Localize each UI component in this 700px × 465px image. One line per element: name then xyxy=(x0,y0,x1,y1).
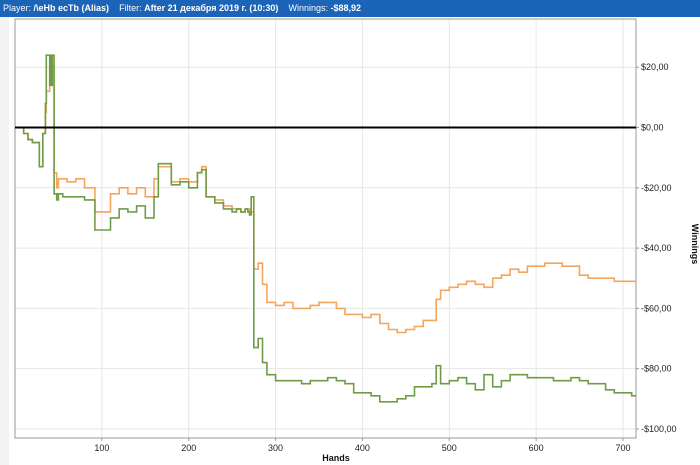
x-tick-label: 100 xyxy=(94,443,109,453)
x-tick-label: 200 xyxy=(181,443,196,453)
y-tick-label: -$80,00 xyxy=(641,364,672,374)
y-tick-label: $0,00 xyxy=(641,123,664,133)
x-tick-label: 600 xyxy=(529,443,544,453)
chart-series xyxy=(15,54,636,403)
x-tick-label: 300 xyxy=(268,443,283,453)
x-tick-label: 700 xyxy=(615,443,630,453)
filter-label: Filter: xyxy=(119,3,142,13)
y-tick-label: -$100,00 xyxy=(641,424,677,434)
plot-frame xyxy=(14,18,637,439)
y-tick-label: -$20,00 xyxy=(641,183,672,193)
x-tick-label: 500 xyxy=(442,443,457,453)
y-tick-label: -$40,00 xyxy=(641,243,672,253)
winnings-label: Winnings: xyxy=(288,3,328,13)
filter-value: After 21 декабря 2019 г. (10:30) xyxy=(144,3,279,13)
player-label: Player: xyxy=(3,3,32,13)
chart-header-bar: Player: /\eHb ecTb (Alias) Filter: After… xyxy=(0,0,700,17)
winnings-chart-area: Hands Winnings 100 200 300 400 500 600 700 $20,… xyxy=(9,17,700,465)
y-tick-label: $20,00 xyxy=(641,62,669,72)
series-line-2 xyxy=(15,54,636,403)
chart-ticks: 100 200 300 400 500 600 700 $20,00 $0,00 -$20,00 -… xyxy=(94,62,676,453)
winnings-value: -$88,92 xyxy=(330,3,362,13)
series-line-1 xyxy=(15,66,636,334)
y-tick-label: -$60,00 xyxy=(641,303,672,313)
x-axis-title: Hands xyxy=(322,453,350,463)
y-axis-title: Winnings xyxy=(690,224,700,264)
chart-grid xyxy=(14,18,637,439)
player-value: /\eHb ecTb (Alias) xyxy=(33,3,110,13)
winnings-chart: Hands Winnings 100 200 300 400 500 600 700 $20,… xyxy=(14,18,700,463)
x-tick-label: 400 xyxy=(355,443,370,453)
